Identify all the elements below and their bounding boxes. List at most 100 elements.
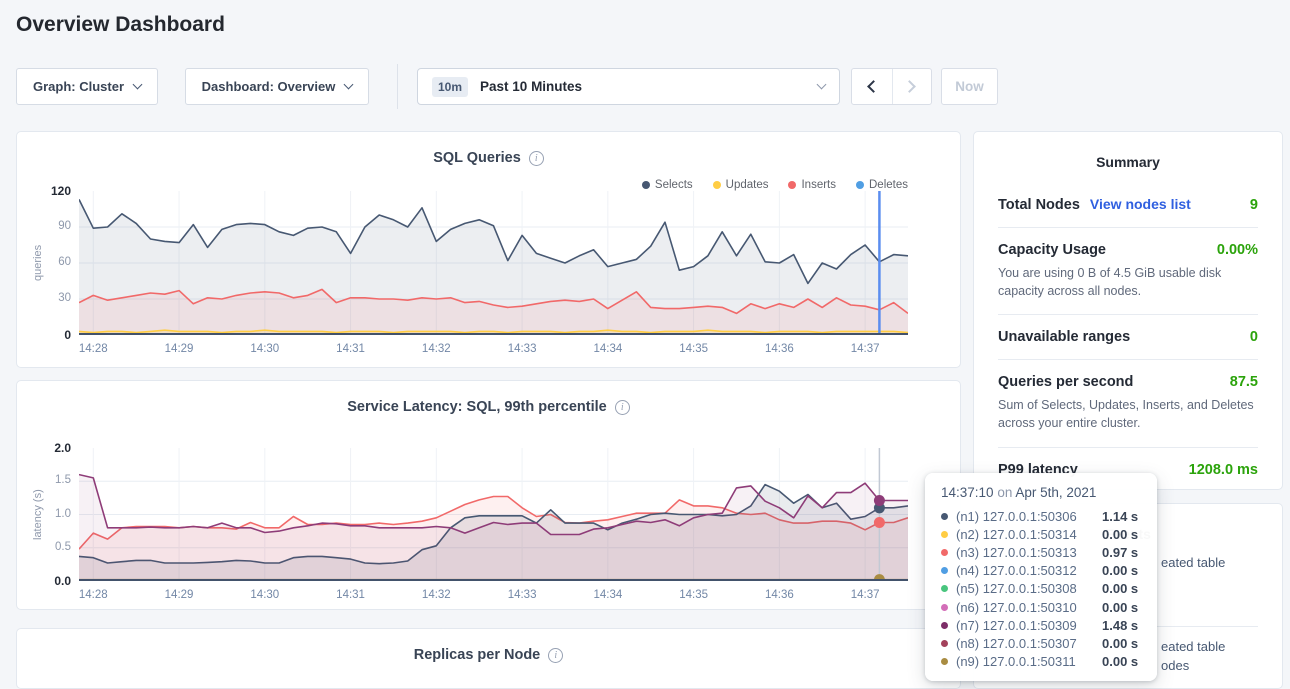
p99-value: 1208.0 ms (1189, 462, 1258, 478)
summary-row-qps: Queries per second 87.5 (998, 374, 1258, 390)
series-dot-icon (941, 513, 948, 520)
tooltip-row: (n9) 127.0.0.1:503110.00 s (925, 653, 1157, 671)
series-dot-icon (941, 658, 948, 665)
x-tick-label: 14:30 (243, 343, 287, 355)
y-tick-label: 2.0 (17, 441, 71, 455)
y-tick-label: 30 (17, 292, 71, 304)
qps-label: Queries per second (998, 374, 1133, 390)
tooltip-timestamp: 14:37:10 on Apr 5th, 2021 (925, 485, 1157, 500)
legend-item-selects[interactable]: Selects (642, 179, 693, 191)
event-text-fragment: eated table (1161, 555, 1225, 570)
tooltip-node-label: (n6) 127.0.0.1:50310 (956, 600, 1102, 615)
summary-row-capacity: Capacity Usage 0.00% (998, 242, 1258, 258)
legend-label: Deletes (869, 179, 908, 191)
x-tick-label: 14:37 (843, 589, 887, 601)
y-tick-label: 0 (17, 328, 71, 342)
y-tick-label: 0.5 (17, 541, 71, 553)
series-dot-icon (941, 640, 948, 647)
chart-title: SQL Queries (433, 150, 521, 166)
chart-tooltip: 14:37:10 on Apr 5th, 2021 (n1) 127.0.0.1… (925, 473, 1157, 681)
chevron-down-icon (344, 80, 354, 90)
sql-legend: Selects Updates Inserts Deletes (642, 179, 908, 191)
prev-range-button[interactable] (852, 69, 892, 104)
y-tick-label: 0.0 (17, 574, 71, 588)
time-range-label: Past 10 Minutes (480, 79, 818, 94)
service-latency-card: Service Latency: SQL, 99th percentile i … (16, 380, 961, 610)
tooltip-node-value: 1.48 s (1102, 618, 1138, 633)
series-dot-icon (941, 567, 948, 574)
plot-area[interactable] (79, 448, 908, 581)
time-range-picker[interactable]: 10m Past 10 Minutes (417, 68, 840, 105)
x-tick-label: 14:29 (157, 589, 201, 601)
tooltip-node-label: (n9) 127.0.0.1:50311 (956, 654, 1102, 669)
total-nodes-value: 9 (1250, 197, 1258, 213)
y-tick-label: 120 (17, 184, 71, 198)
legend-label: Selects (655, 179, 693, 191)
series-dot-icon (856, 181, 864, 189)
x-tick-label: 14:29 (157, 343, 201, 355)
x-tick-label: 14:31 (329, 589, 373, 601)
capacity-value: 0.00% (1217, 242, 1258, 258)
tooltip-node-value: 0.00 s (1102, 581, 1138, 596)
total-nodes-label: Total Nodes (998, 197, 1080, 213)
event-text-fragment: eated table (1161, 639, 1225, 654)
legend-item-deletes[interactable]: Deletes (856, 179, 908, 191)
tooltip-node-label: (n4) 127.0.0.1:50312 (956, 563, 1102, 578)
view-nodes-link[interactable]: View nodes list (1090, 196, 1191, 212)
x-tick-label: 14:34 (586, 589, 630, 601)
graph-scope-label: Graph: Cluster (33, 79, 124, 94)
x-tick-label: 14:35 (672, 343, 716, 355)
tooltip-node-value: 0.00 s (1102, 636, 1138, 651)
series-dot-icon (788, 181, 796, 189)
next-range-button[interactable] (892, 69, 932, 104)
summary-title: Summary (974, 154, 1282, 170)
chevron-down-icon (133, 80, 143, 90)
x-tick-label: 14:32 (414, 589, 458, 601)
x-tick-label: 14:33 (500, 589, 544, 601)
tooltip-node-value: 1.14 s (1102, 509, 1138, 524)
info-icon[interactable]: i (615, 400, 630, 415)
tooltip-node-label: (n7) 127.0.0.1:50309 (956, 618, 1102, 633)
qps-value: 87.5 (1230, 374, 1258, 390)
tooltip-node-value: 0.00 s (1102, 563, 1138, 578)
chevron-left-icon (867, 80, 880, 93)
legend-label: Inserts (801, 179, 836, 191)
y-tick-label: 1.0 (17, 508, 71, 520)
tooltip-node-value: 0.00 s (1102, 527, 1138, 542)
tooltip-node-label: (n8) 127.0.0.1:50307 (956, 636, 1102, 651)
divider (998, 227, 1258, 228)
summary-row-total-nodes: Total Nodes View nodes list 9 (998, 196, 1258, 213)
now-button[interactable]: Now (941, 68, 998, 105)
divider (998, 314, 1258, 315)
tooltip-row: (n1) 127.0.0.1:503061.14 s (925, 507, 1157, 525)
time-range-badge: 10m (432, 77, 468, 97)
chevron-right-icon (903, 80, 916, 93)
chart-title: Service Latency: SQL, 99th percentile (347, 399, 607, 415)
plot-area[interactable] (79, 191, 908, 335)
legend-item-updates[interactable]: Updates (713, 179, 769, 191)
tooltip-row: (n7) 127.0.0.1:503091.48 s (925, 616, 1157, 634)
time-range-pager (851, 68, 932, 105)
x-tick-label: 14:32 (414, 343, 458, 355)
summary-row-unavailable: Unavailable ranges 0 (998, 329, 1258, 345)
x-tick-label: 14:34 (586, 343, 630, 355)
info-icon[interactable]: i (548, 648, 563, 663)
dashboard-label: Dashboard: Overview (202, 79, 336, 94)
tooltip-node-label: (n1) 127.0.0.1:50306 (956, 509, 1102, 524)
dashboard-dropdown[interactable]: Dashboard: Overview (185, 68, 369, 105)
divider (998, 447, 1258, 448)
graph-scope-dropdown[interactable]: Graph: Cluster (16, 68, 158, 105)
series-dot-icon (713, 181, 721, 189)
info-icon[interactable]: i (529, 151, 544, 166)
x-tick-label: 14:33 (500, 343, 544, 355)
series-dot-icon (941, 585, 948, 592)
tooltip-row: (n4) 127.0.0.1:503120.00 s (925, 562, 1157, 580)
legend-label: Updates (726, 179, 769, 191)
replicas-per-node-card: Replicas per Node i (16, 628, 961, 689)
legend-item-inserts[interactable]: Inserts (788, 179, 836, 191)
x-tick-label: 14:36 (757, 589, 801, 601)
tooltip-node-value: 0.00 s (1102, 600, 1138, 615)
tooltip-node-label: (n5) 127.0.0.1:50308 (956, 581, 1102, 596)
series-dot-icon (941, 622, 948, 629)
tooltip-row: (n6) 127.0.0.1:503100.00 s (925, 598, 1157, 616)
